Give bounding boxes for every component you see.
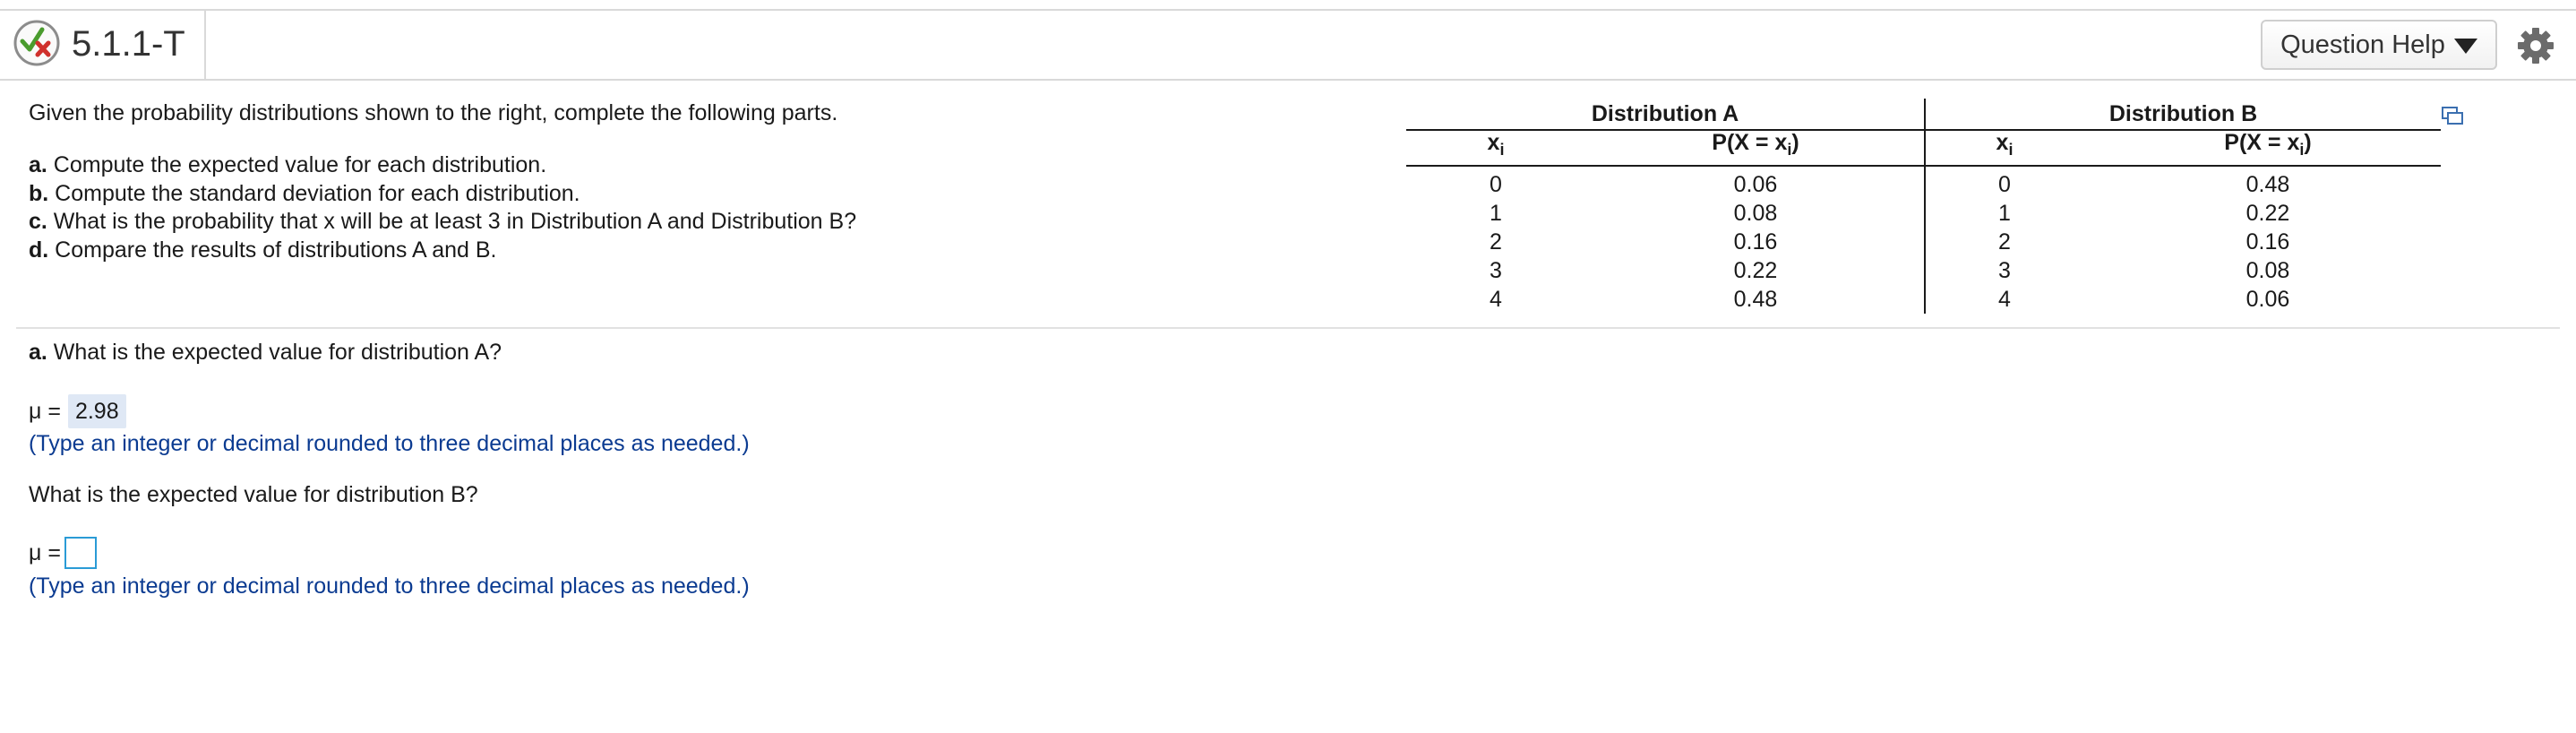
problem-parts: a. Compute the expected value for each d… xyxy=(29,151,856,264)
dist-b-p-cell: 0.48 xyxy=(2245,172,2290,197)
dist-b-x-cell: 0 xyxy=(1998,172,2011,197)
dist-a-p-header: P(X = xi) xyxy=(1712,130,1799,159)
dist-a-x-cell: 4 xyxy=(1490,287,1502,312)
question-header: 5.1.1-T Question Help xyxy=(0,9,2576,81)
mu-label-b: μ = xyxy=(29,540,61,565)
distribution-b-title: Distribution B xyxy=(2108,101,2258,126)
question-a-letter: a. xyxy=(29,340,47,365)
question-id: 5.1.1-T xyxy=(72,24,185,64)
dist-b-x-cell: 2 xyxy=(1998,229,2011,254)
question-help-label: Question Help xyxy=(2280,30,2445,59)
part-c-text: What is the probability that x will be a… xyxy=(47,209,857,234)
question-a: a. What is the expected value for distri… xyxy=(29,337,502,367)
part-a-text: Compute the expected value for each dist… xyxy=(47,152,547,177)
table-divider xyxy=(1924,99,1926,314)
dist-a-p-cell: 0.08 xyxy=(1733,201,1778,226)
dist-b-x-cell: 1 xyxy=(1998,201,2011,226)
dist-a-x-cell: 2 xyxy=(1490,229,1502,254)
question-a-text: What is the expected value for distribut… xyxy=(47,340,502,365)
part-d-text: Compare the results of distributions A a… xyxy=(48,237,497,263)
expand-icon[interactable] xyxy=(2442,107,2463,125)
distribution-a-title: Distribution A xyxy=(1591,101,1739,126)
problem-intro: Given the probability distributions show… xyxy=(29,100,838,125)
dist-a-p-cell: 0.48 xyxy=(1733,287,1778,312)
mu-label-a: μ = xyxy=(29,399,61,424)
dist-a-x-cell: 3 xyxy=(1490,258,1502,283)
dist-b-x-cell: 3 xyxy=(1998,258,2011,283)
part-c: c. What is the probability that x will b… xyxy=(29,208,856,237)
part-a: a. Compute the expected value for each d… xyxy=(29,151,856,180)
dist-b-p-cell: 0.22 xyxy=(2245,201,2290,226)
dist-b-p-cell: 0.16 xyxy=(2245,229,2290,254)
hint-a: (Type an integer or decimal rounded to t… xyxy=(29,431,750,456)
distribution-table: Distribution A Distribution B xi P(X = x… xyxy=(1406,99,2441,315)
part-a-letter: a. xyxy=(29,152,47,177)
dist-b-p-cell: 0.08 xyxy=(2245,258,2290,283)
gear-icon[interactable] xyxy=(2517,27,2555,65)
dist-b-x-cell: 4 xyxy=(1998,287,2011,312)
answer-b-input[interactable] xyxy=(64,537,97,569)
dist-a-p-cell: 0.06 xyxy=(1733,172,1778,197)
dist-a-x-cell: 0 xyxy=(1490,172,1502,197)
answer-b-row: μ = xyxy=(29,537,97,569)
dist-b-p-header: P(X = xi) xyxy=(2224,130,2312,159)
dist-b-p-cell: 0.06 xyxy=(2245,287,2290,312)
hint-b: (Type an integer or decimal rounded to t… xyxy=(29,573,750,599)
dist-a-x-cell: 1 xyxy=(1490,201,1502,226)
caret-down-icon xyxy=(2453,38,2477,54)
part-b: b. Compute the standard deviation for ea… xyxy=(29,180,856,209)
status-check-x-icon xyxy=(13,20,60,66)
dist-a-p-cell: 0.22 xyxy=(1733,258,1778,283)
answer-a-row: μ = 2.98 xyxy=(29,394,126,428)
dist-b-x-header: xi xyxy=(1996,130,2014,159)
part-c-letter: c. xyxy=(29,209,47,234)
answer-a-field[interactable]: 2.98 xyxy=(67,394,126,428)
section-divider xyxy=(16,327,2560,329)
part-d-letter: d. xyxy=(29,237,49,263)
dist-a-x-header: xi xyxy=(1487,130,1505,159)
part-d: d. Compare the results of distributions … xyxy=(29,237,856,265)
question-help-button[interactable]: Question Help xyxy=(2261,20,2497,70)
dist-a-p-cell: 0.16 xyxy=(1733,229,1778,254)
part-b-letter: b. xyxy=(29,180,49,206)
header-divider xyxy=(204,11,206,79)
part-b-text: Compute the standard deviation for each … xyxy=(48,180,580,206)
question-b-text: What is the expected value for distribut… xyxy=(29,482,478,507)
